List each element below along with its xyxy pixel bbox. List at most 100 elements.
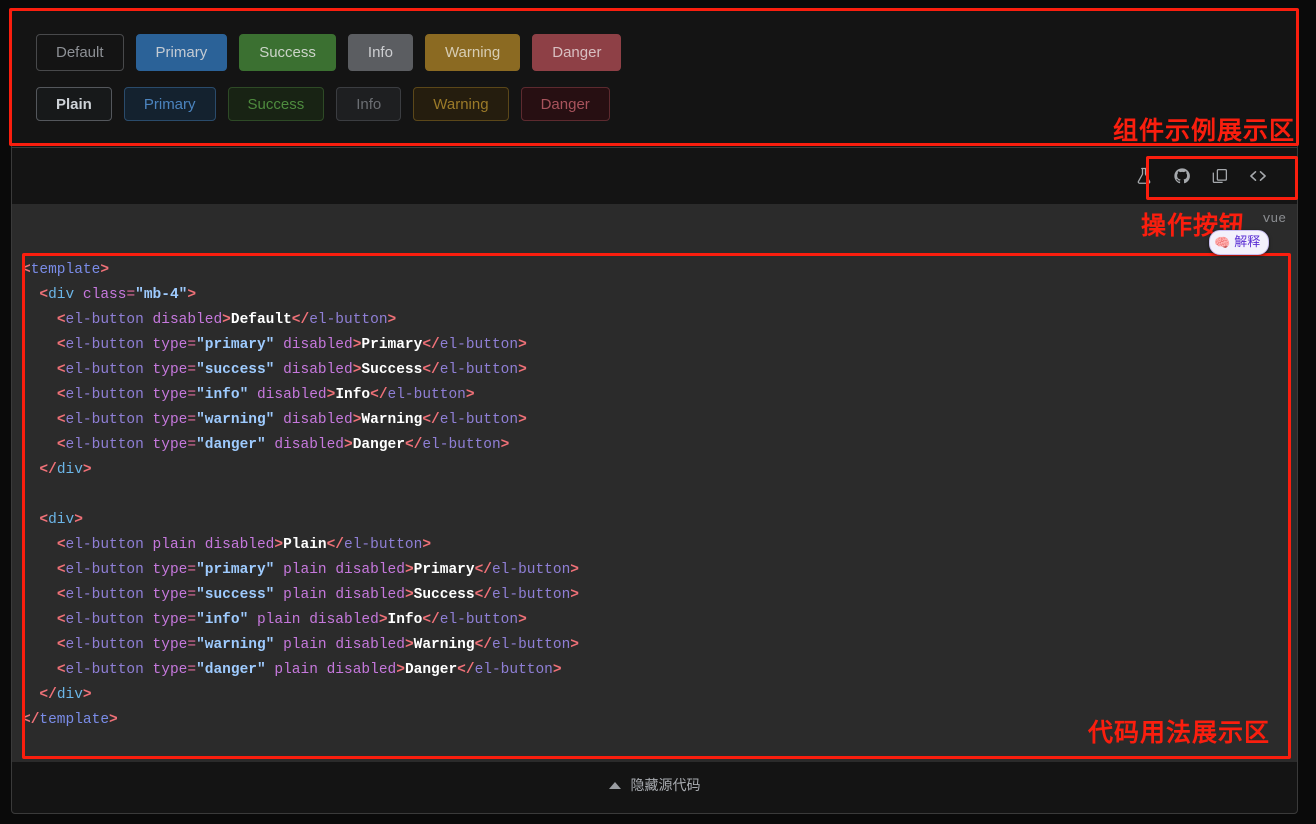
code-token: el-button xyxy=(439,362,519,378)
code-token: > xyxy=(404,587,414,603)
code-token: type xyxy=(152,562,188,578)
code-token: </ xyxy=(326,537,345,553)
code-token: > xyxy=(552,662,562,678)
code-token: div xyxy=(56,687,83,703)
code-token: el-button xyxy=(65,437,144,453)
button-plain-warning[interactable]: Warning xyxy=(413,87,509,121)
code-token: < xyxy=(56,612,66,628)
button-info[interactable]: Info xyxy=(347,34,413,71)
code-token: > xyxy=(387,312,397,328)
code-token: > xyxy=(465,387,475,403)
code-token: = xyxy=(187,587,197,603)
code-token: disabled xyxy=(283,337,353,353)
code-token: = xyxy=(187,562,197,578)
source-code-block[interactable]: <template> <div class="mb-4"> <el-button… xyxy=(12,252,1297,751)
code-token: > xyxy=(378,612,388,628)
code-token: > xyxy=(518,412,527,428)
button-plain-primary[interactable]: Primary xyxy=(123,87,216,121)
code-token: > xyxy=(500,437,510,453)
code-token: template xyxy=(30,262,101,278)
code-token: > xyxy=(100,262,110,278)
button-plain-success[interactable]: Success xyxy=(227,87,325,121)
code-token: el-button xyxy=(65,562,144,578)
button-plain[interactable]: Plain xyxy=(36,87,112,121)
code-token: disabled xyxy=(335,637,405,653)
code-token: div xyxy=(48,287,75,303)
code-token: el-button xyxy=(65,337,144,353)
code-token: disabled xyxy=(335,587,405,603)
code-token: type xyxy=(152,412,188,428)
code-token: </ xyxy=(474,587,492,603)
code-token: disabled xyxy=(283,412,353,428)
code-token: "danger" xyxy=(196,662,266,678)
code-token: < xyxy=(56,387,66,403)
code-token: < xyxy=(56,437,66,453)
code-token: > xyxy=(518,362,527,378)
flask-playground-icon[interactable] xyxy=(1127,159,1161,193)
code-token: disabled xyxy=(274,437,345,453)
button-plain-info[interactable]: Info xyxy=(336,87,402,121)
code-token: "primary" xyxy=(196,562,275,578)
code-token: "warning" xyxy=(196,412,275,428)
button-success[interactable]: Success xyxy=(239,34,336,71)
code-token: < xyxy=(56,412,66,428)
code-token: el-button xyxy=(65,537,144,553)
code-token: disabled xyxy=(256,387,327,403)
button-plain-danger[interactable]: Danger xyxy=(520,87,610,121)
code-token: </ xyxy=(422,612,440,628)
code-token: el-button xyxy=(491,637,571,653)
code-token: "info" xyxy=(196,612,249,628)
github-icon[interactable] xyxy=(1165,159,1199,193)
code-token: </ xyxy=(22,712,40,728)
explain-badge[interactable]: 🧠 解释 xyxy=(1209,230,1270,255)
code-token: < xyxy=(22,262,31,278)
code-token: </ xyxy=(474,637,492,653)
code-brackets-icon[interactable] xyxy=(1241,159,1275,193)
code-token: "danger" xyxy=(196,437,266,453)
code-token: disabled xyxy=(335,562,405,578)
code-token: < xyxy=(56,662,66,678)
code-token: > xyxy=(74,512,83,528)
code-token: > xyxy=(396,662,405,678)
button-warning[interactable]: Warning xyxy=(424,34,521,71)
button-danger[interactable]: Danger xyxy=(532,34,622,71)
code-token: Danger xyxy=(404,662,458,678)
code-token: type xyxy=(152,587,188,603)
code-token: div xyxy=(56,462,83,478)
demo-card: Default Primary Success Info Warning Danger P… xyxy=(11,9,1298,814)
code-token: < xyxy=(56,537,66,553)
explain-badge-label: 解释 xyxy=(1234,235,1261,250)
code-token: > xyxy=(274,537,284,553)
button-primary[interactable]: Primary xyxy=(135,34,228,71)
code-token: </ xyxy=(474,562,492,578)
code-token: < xyxy=(56,337,66,353)
copy-icon[interactable] xyxy=(1203,159,1237,193)
button-default[interactable]: Default xyxy=(36,34,124,71)
code-token: el-button xyxy=(65,387,144,403)
hide-source-toggle[interactable]: 隐藏源代码 xyxy=(12,761,1297,808)
code-token: = xyxy=(187,637,197,653)
code-token: el-button xyxy=(65,412,144,428)
code-token: > xyxy=(570,637,579,653)
code-token: type xyxy=(152,362,188,378)
code-token: < xyxy=(56,587,66,603)
